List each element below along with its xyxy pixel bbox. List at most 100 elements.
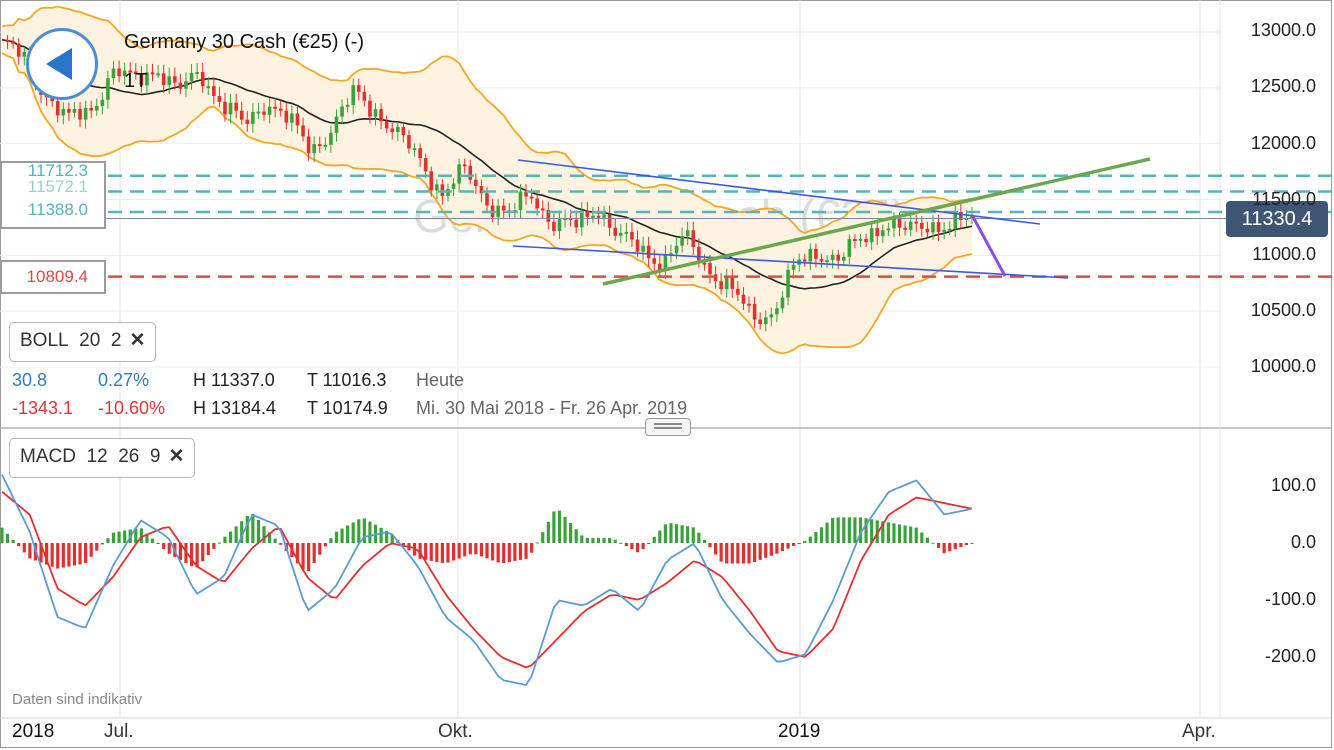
- histogram-bar: [892, 523, 896, 543]
- stat-high-today: H 11337.0: [193, 370, 275, 390]
- histogram-bar: [847, 517, 851, 543]
- histogram-bar: [764, 543, 768, 558]
- candle-body: [719, 281, 723, 290]
- candle-body: [529, 196, 534, 199]
- histogram-bar: [206, 543, 210, 556]
- histogram-bar: [758, 543, 762, 560]
- histogram-bar: [719, 543, 723, 562]
- macd-p3: 9: [149, 446, 161, 467]
- candle-body: [914, 221, 919, 224]
- histogram-bar: [323, 543, 327, 547]
- histogram-bar: [301, 543, 305, 570]
- candle-body: [94, 105, 99, 111]
- candle-body: [925, 228, 930, 233]
- candle-body: [780, 297, 785, 309]
- x-tick-year: 2018: [12, 721, 55, 742]
- histogram-bar: [162, 543, 166, 549]
- histogram-bar: [502, 543, 506, 563]
- remove-macd-icon[interactable]: ✕: [169, 446, 185, 467]
- candle-body: [836, 254, 841, 261]
- histogram-bar: [886, 522, 890, 543]
- candle-body: [72, 108, 77, 113]
- stat-pct-range: -10.60%: [98, 398, 166, 418]
- histogram-bar: [925, 537, 930, 543]
- candle-body: [886, 228, 891, 231]
- histogram-bar: [245, 516, 249, 543]
- candle-body: [680, 236, 684, 246]
- candle-body: [362, 91, 367, 101]
- remove-boll-icon[interactable]: ✕: [129, 330, 145, 351]
- candle-body: [691, 230, 696, 247]
- candle-body: [881, 230, 885, 237]
- back-arrow-icon: [46, 48, 72, 80]
- histogram-bar: [970, 543, 974, 544]
- candle-body: [646, 245, 651, 259]
- histogram-bar: [602, 537, 606, 543]
- histogram-bar: [953, 543, 957, 550]
- histogram-bar: [84, 543, 88, 563]
- candle-body: [791, 264, 796, 270]
- candle-body: [368, 100, 372, 117]
- histogram-bar: [596, 537, 601, 543]
- boll-indicator-chip[interactable]: BOLL 20 2 ✕: [9, 322, 157, 362]
- histogram-bar: [351, 522, 355, 543]
- histogram-bar: [5, 533, 10, 543]
- histogram-bar: [630, 543, 634, 550]
- histogram-bar: [72, 543, 77, 566]
- candle-body: [708, 263, 712, 275]
- histogram-bar: [273, 538, 277, 543]
- candle-body: [730, 276, 735, 289]
- histogram-bar: [22, 543, 26, 553]
- histogram-bar: [831, 518, 835, 543]
- y-tick: 13000.0: [1250, 20, 1316, 40]
- candle-body: [245, 119, 250, 124]
- macd-y-tick: 0.0: [1290, 532, 1316, 552]
- histogram-bar: [552, 511, 556, 543]
- histogram-bar: [942, 543, 946, 554]
- histogram-bar: [563, 516, 567, 543]
- histogram-bar: [608, 537, 612, 543]
- candle-body: [920, 222, 924, 229]
- histogram-bar: [624, 543, 628, 547]
- pane-resize-handle[interactable]: [645, 418, 691, 436]
- histogram-bar: [713, 543, 718, 555]
- candle-body: [278, 108, 283, 111]
- macd-y-tick: -200.0: [1264, 646, 1316, 666]
- histogram-bar: [674, 524, 679, 543]
- candle-body: [100, 99, 105, 106]
- histogram-bar: [948, 543, 952, 552]
- histogram-bar: [936, 543, 941, 548]
- histogram-bar: [658, 530, 662, 543]
- candle-body: [931, 222, 935, 233]
- histogram-bar: [234, 526, 238, 543]
- candle-body: [825, 260, 829, 263]
- histogram-bar: [223, 536, 227, 543]
- histogram-bar: [474, 543, 478, 555]
- histogram-bar: [61, 543, 65, 568]
- macd-indicator-chip[interactable]: MACD 12 26 9 ✕: [9, 438, 196, 478]
- histogram-bar: [307, 543, 311, 572]
- histogram-bar: [708, 543, 712, 548]
- stat-low-today: T 11016.3: [307, 370, 387, 390]
- histogram-bar: [909, 526, 913, 543]
- histogram-bar: [340, 528, 344, 543]
- candle-body: [752, 303, 757, 320]
- candle-body: [947, 228, 952, 231]
- candle-body: [184, 81, 188, 89]
- candle-body: [435, 184, 439, 191]
- histogram-bar: [741, 543, 746, 564]
- candle-body: [78, 108, 82, 120]
- histogram-bar: [212, 543, 216, 549]
- back-button[interactable]: [26, 28, 98, 100]
- candle-body: [267, 106, 272, 115]
- histogram-bar: [524, 543, 528, 559]
- macd-p1: 12: [86, 446, 108, 467]
- candle-body: [869, 228, 874, 243]
- candle-body: [591, 215, 595, 218]
- histogram-bar: [485, 543, 489, 559]
- histogram-bar: [50, 543, 54, 567]
- stat-period-range: Mi. 30 Mai 2018 - Fr. 26 Apr. 2019: [416, 398, 688, 418]
- candle-body: [540, 208, 545, 211]
- histogram-bar: [663, 524, 667, 543]
- candle-body: [83, 107, 88, 120]
